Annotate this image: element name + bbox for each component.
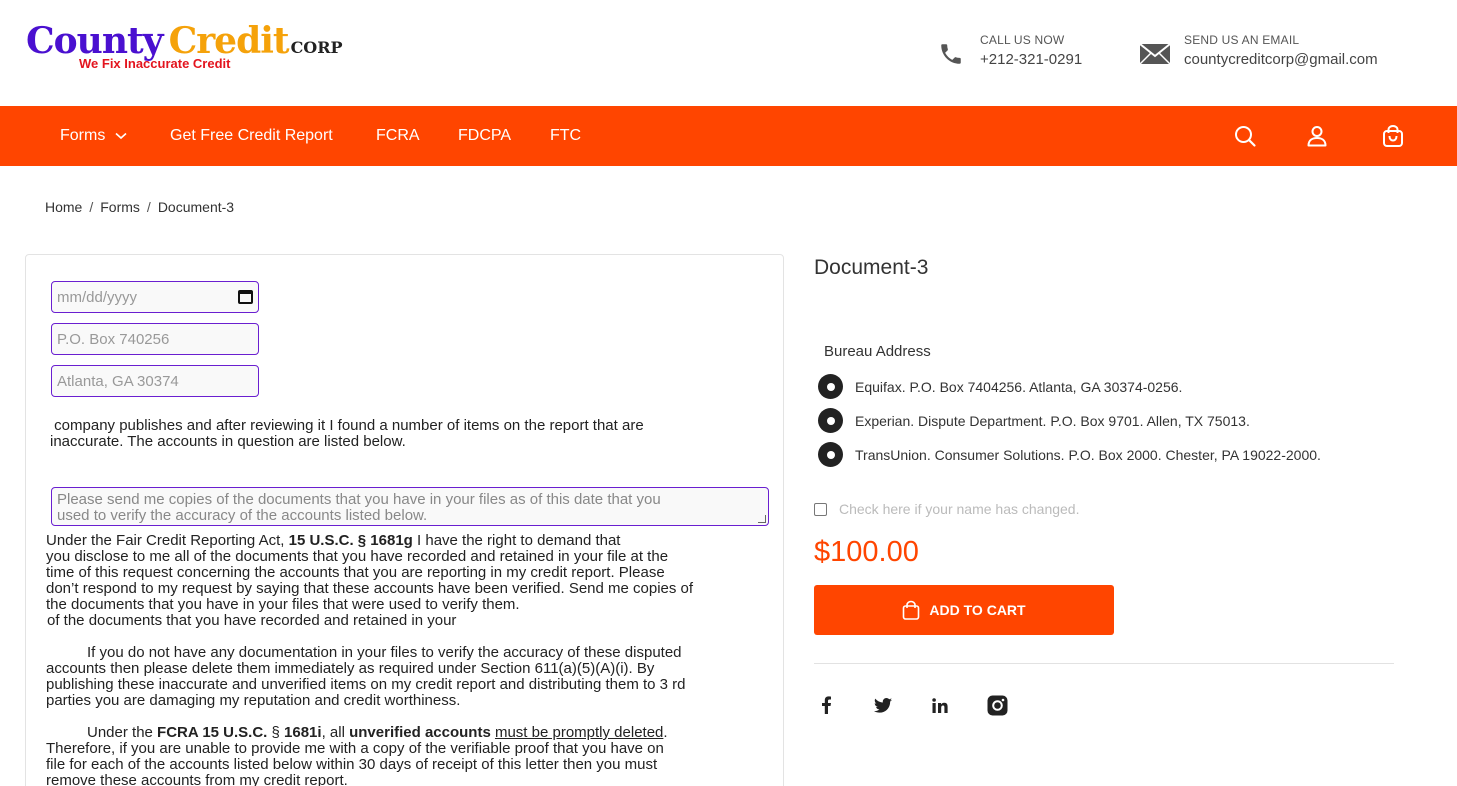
divider (814, 663, 1394, 664)
nav-item-free-credit-report[interactable]: Get Free Credit Report (170, 127, 333, 145)
name-changed-checkbox[interactable] (814, 502, 827, 516)
paragraph-text: I have the right to demand that (412, 532, 621, 549)
search-icon[interactable] (1233, 124, 1257, 148)
date-placeholder: mm/dd/yyyy (57, 288, 138, 306)
bureau-option-label: Experian. Dispute Department. P.O. Box 9… (855, 412, 1250, 429)
radio-button[interactable] (818, 408, 843, 433)
phone-icon (934, 37, 968, 71)
paragraph-line: file for each of the accounts listed bel… (46, 756, 658, 773)
underlined-text: must be promptly deleted (494, 724, 664, 741)
bureau-option-experian[interactable]: Experian. Dispute Department. P.O. Box 9… (818, 408, 1250, 433)
paragraph-line: of the documents that you have recorded … (47, 612, 457, 629)
intro-line: company publishes and after reviewing it… (54, 417, 644, 434)
nav-item-ftc[interactable]: FTC (550, 127, 581, 145)
instagram-icon[interactable] (986, 694, 1008, 716)
bureau-option-equifax[interactable]: Equifax. P.O. Box 7404256. Atlanta, GA 3… (818, 374, 1182, 399)
add-to-cart-button[interactable]: ADD TO CART (814, 585, 1114, 635)
bureau-option-transunion[interactable]: TransUnion. Consumer Solutions. P.O. Box… (818, 442, 1321, 467)
logo[interactable]: County Credit CORP We Fix Inaccurate Credi… (26, 20, 343, 71)
chevron-down-icon (115, 132, 127, 140)
logo-corp-text: CORP (290, 38, 343, 57)
fcra-paragraph: Under the Fair Credit Reporting Act, 15 … (46, 533, 693, 629)
intro-line: inaccurate. The accounts in question are… (50, 433, 406, 450)
nav-item-fdcpa[interactable]: FDCPA (458, 127, 511, 145)
bureau-option-label: Equifax. P.O. Box 7404256. Atlanta, GA 3… (855, 378, 1183, 395)
paragraph-line: time of this request concerning the acco… (46, 564, 665, 581)
breadcrumb: Home / Forms / Document-3 (45, 199, 234, 215)
nav-item-forms[interactable]: Forms (60, 127, 127, 145)
nav-item-fcra[interactable]: FCRA (376, 127, 420, 145)
address-line2-value: Atlanta, GA 30374 (57, 372, 179, 390)
paragraph-line: accounts then please delete them immedia… (46, 660, 655, 677)
linkedin-icon[interactable] (929, 694, 951, 716)
intro-paragraph: company publishes and after reviewing it… (50, 418, 644, 450)
textarea-line: Please send me copies of the documents t… (57, 491, 661, 508)
bureau-address-label: Bureau Address (824, 343, 931, 360)
statute-reference: 1681i (284, 724, 322, 741)
breadcrumb-current: Document-3 (157, 199, 235, 215)
paragraph-line: Therefore, if you are unable to provide … (46, 740, 664, 757)
paragraph-line: parties you are damaging my reputation a… (46, 692, 461, 709)
main-nav: Forms Get Free Credit Report FCRA FDCPA … (0, 106, 1457, 166)
name-changed-label: Check here if your name has changed. (839, 501, 1080, 517)
address-line2-input[interactable]: Atlanta, GA 30374 (51, 365, 259, 397)
contact-email: SEND US AN EMAIL countycreditcorp@gmail.… (1138, 33, 1378, 71)
paragraph-line: don’t respond to my request by saying th… (46, 580, 694, 597)
phone-number[interactable]: +212-321-0291 (980, 51, 1082, 68)
contact-phone: CALL US NOW +212-321-0291 (934, 33, 1082, 71)
address-line1-value: P.O. Box 740256 (57, 330, 170, 348)
paragraph-text: § (267, 724, 285, 741)
deletion-paragraph: If you do not have any documentation in … (46, 645, 686, 709)
envelope-icon (1138, 37, 1172, 71)
statute-reference: FCRA 15 U.S.C. (157, 724, 268, 741)
statute-reference: 15 U.S.C. § 1681g (288, 532, 413, 549)
document-form-panel: mm/dd/yyyy P.O. Box 740256 Atlanta, GA 3… (25, 254, 784, 786)
shopping-bag-icon[interactable] (1381, 124, 1405, 148)
twitter-icon[interactable] (872, 694, 894, 716)
resize-handle-icon[interactable] (758, 515, 766, 523)
paragraph-text: Under the (87, 724, 158, 741)
paragraph-line: remove these accounts from my credit rep… (46, 772, 348, 786)
radio-button[interactable] (818, 374, 843, 399)
address-line1-input[interactable]: P.O. Box 740256 (51, 323, 259, 355)
email-address[interactable]: countycreditcorp@gmail.com (1184, 51, 1378, 68)
breadcrumb-home[interactable]: Home (45, 199, 82, 215)
name-changed-option[interactable]: Check here if your name has changed. (814, 501, 1079, 517)
documents-request-textarea[interactable]: Please send me copies of the documents t… (51, 487, 769, 526)
paragraph-line: publishing these inaccurate and unverifi… (46, 676, 686, 693)
email-label: SEND US AN EMAIL (1184, 33, 1300, 47)
phone-label: CALL US NOW (980, 33, 1065, 47)
shopping-bag-icon (903, 600, 920, 620)
nav-item-label: Forms (60, 127, 106, 144)
paragraph-text: . (663, 724, 668, 741)
date-input[interactable]: mm/dd/yyyy (51, 281, 259, 313)
user-icon[interactable] (1305, 124, 1329, 148)
add-to-cart-label: ADD TO CART (929, 602, 1026, 618)
site-header: County Credit CORP We Fix Inaccurate Credi… (0, 0, 1457, 106)
radio-button[interactable] (818, 442, 843, 467)
breadcrumb-separator: / (89, 199, 94, 215)
breadcrumb-separator: / (146, 199, 151, 215)
unverified-accounts-paragraph: Under the FCRA 15 U.S.C. § 1681i, all un… (46, 725, 668, 786)
paragraph-line: you disclose to me all of the documents … (46, 548, 669, 565)
paragraph-text: Under the Fair Credit Reporting Act, (46, 532, 289, 549)
paragraph-line: If you do not have any documentation in … (87, 644, 682, 661)
breadcrumb-forms[interactable]: Forms (100, 199, 140, 215)
facebook-icon[interactable] (815, 694, 837, 716)
calendar-icon[interactable] (238, 290, 253, 304)
bureau-option-label: TransUnion. Consumer Solutions. P.O. Box… (855, 446, 1321, 463)
paragraph-text: , all (321, 724, 350, 741)
textarea-line: used to verify the accuracy of the accou… (57, 507, 428, 524)
product-title: Document-3 (814, 256, 929, 279)
product-price: $100.00 (814, 536, 919, 568)
emphasis-text: unverified accounts (349, 724, 491, 741)
paragraph-line: the documents that you have in your file… (46, 596, 520, 613)
